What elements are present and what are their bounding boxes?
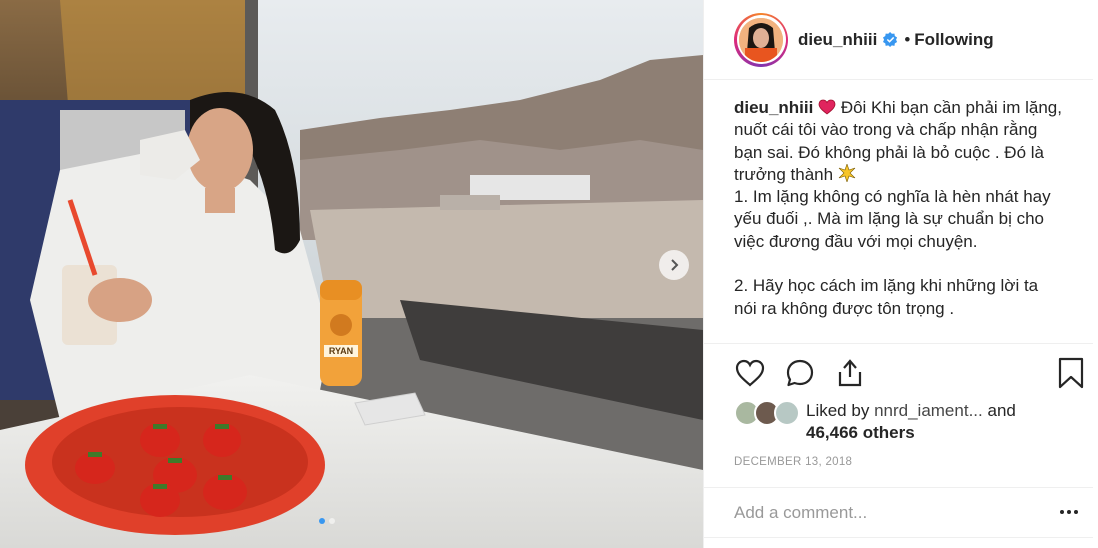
comment-form <box>704 487 1093 537</box>
likes-summary: Liked by nnrd_iament... and 46,466 other… <box>734 400 1064 444</box>
share-icon <box>838 359 862 387</box>
like-button[interactable] <box>734 357 766 389</box>
carousel-dot-active <box>319 518 325 524</box>
header-username[interactable]: dieu_nhiii <box>798 30 877 50</box>
panel-bottom-divider <box>704 537 1093 548</box>
chevron-right-icon <box>671 259 679 271</box>
red-heart-emoji-icon <box>818 99 836 115</box>
comment-input[interactable] <box>734 502 1034 523</box>
sparkle-emoji-icon <box>838 163 856 182</box>
carousel-next-button[interactable] <box>659 250 689 280</box>
comment-icon <box>786 359 814 387</box>
action-bar <box>704 344 1093 402</box>
likes-prefix: Liked by <box>806 401 870 420</box>
likes-conjunction: and <box>987 401 1016 420</box>
likes-usernames[interactable]: nnrd_iament... <box>874 401 983 420</box>
following-button[interactable]: Following <box>914 30 993 50</box>
avatar <box>739 17 783 62</box>
post-date[interactable]: DECEMBER 13, 2018 <box>734 456 852 468</box>
svg-text:RYAN: RYAN <box>329 346 353 356</box>
post-header: dieu_nhiii • Following <box>704 0 1093 80</box>
share-button[interactable] <box>834 357 866 389</box>
post-caption: dieu_nhiii Đôi Khi bạn cần phải im lặng,… <box>734 97 1063 343</box>
heart-icon <box>735 359 765 387</box>
header-separator: • <box>904 29 911 49</box>
likes-count[interactable]: 46,466 others <box>806 423 915 442</box>
caption-scroll-area[interactable]: dieu_nhiii Đôi Khi bạn cần phải im lặng,… <box>704 81 1093 343</box>
caption-username[interactable]: dieu_nhiii <box>734 98 813 117</box>
avatar-story-ring[interactable] <box>734 12 788 67</box>
carousel-dot <box>329 518 335 524</box>
verified-badge-icon <box>883 32 898 47</box>
bookmark-icon[interactable] <box>1057 357 1085 389</box>
liker-avatars[interactable] <box>734 400 800 426</box>
likes-text: Liked by nnrd_iament... and 46,466 other… <box>806 400 1016 444</box>
comment-button[interactable] <box>784 357 816 389</box>
more-options-icon[interactable] <box>1057 502 1081 522</box>
post-actions-section: Liked by nnrd_iament... and 46,466 other… <box>704 343 1093 468</box>
post-photo[interactable]: RYAN <box>0 0 703 548</box>
liker-avatar <box>774 400 800 426</box>
carousel-indicator <box>319 518 335 524</box>
post-side-panel: dieu_nhiii • Following dieu_nhiii Đôi Kh… <box>703 0 1098 548</box>
caption-text-part-2: 1. Im lặng không có nghĩa là hèn nhát ha… <box>734 187 1051 318</box>
photo-scene: RYAN <box>0 0 703 548</box>
